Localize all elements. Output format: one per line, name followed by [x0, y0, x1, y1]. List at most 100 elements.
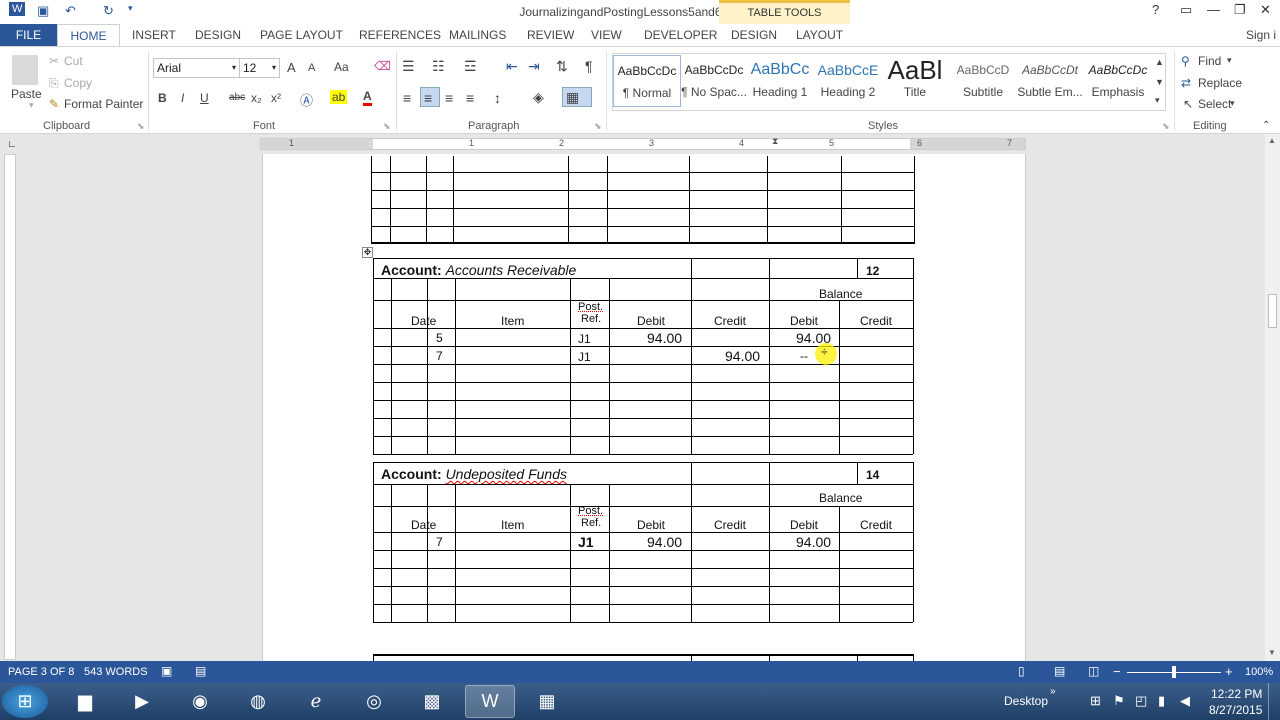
subscript-button[interactable]: x₂ — [251, 91, 262, 105]
show-marks-icon[interactable]: ¶ — [585, 58, 593, 74]
text-effects-icon[interactable]: Ⓐ — [300, 90, 313, 109]
windows-icon[interactable]: ⊞ — [1090, 693, 1101, 709]
paste-icon[interactable] — [12, 55, 38, 85]
minimize-icon[interactable]: — — [1207, 2, 1220, 17]
clock-date[interactable]: 8/27/2015 — [1209, 703, 1262, 717]
align-right-icon[interactable]: ≡ — [445, 90, 453, 106]
table-move-handle-icon[interactable]: ✥ — [362, 247, 373, 258]
tab-view[interactable]: VIEW — [591, 28, 622, 42]
vertical-ruler[interactable] — [4, 154, 16, 660]
tray-icon[interactable]: ◰ — [1135, 693, 1147, 709]
styles-scroll-down-icon[interactable]: ▼ — [1155, 77, 1164, 87]
scroll-up-icon[interactable]: ▲ — [1268, 136, 1276, 145]
superscript-button[interactable]: x² — [271, 91, 281, 105]
page-count[interactable]: PAGE 3 OF 8 — [8, 666, 74, 678]
network-icon[interactable]: ▮ — [1158, 693, 1165, 709]
style-heading-1[interactable]: AaBbCc Heading 1 — [746, 55, 814, 107]
paragraph-launcher-icon[interactable]: ⬊ — [594, 121, 602, 132]
row-ref[interactable]: J1 — [578, 332, 591, 346]
file-explorer-icon[interactable]: ▆ — [60, 685, 110, 718]
document-page[interactable] — [262, 154, 1026, 661]
calculator-icon[interactable]: ▦ — [522, 685, 572, 718]
show-desktop-button[interactable] — [1268, 683, 1280, 720]
scrollbar-thumb[interactable] — [1268, 294, 1277, 328]
tab-mailings[interactable]: MAILINGS — [449, 28, 506, 42]
tab-review[interactable]: REVIEW — [527, 28, 574, 42]
row-credit[interactable]: 94.00 — [725, 348, 760, 364]
internet-explorer-icon[interactable]: ℯ — [291, 685, 341, 718]
media-player-icon[interactable]: ▶ — [117, 685, 167, 718]
replace-button[interactable]: Replace — [1198, 76, 1242, 90]
collapse-ribbon-icon[interactable]: ⌃ — [1262, 120, 1270, 131]
row-ref[interactable]: J1 — [578, 350, 591, 364]
format-painter-button[interactable]: Format Painter — [64, 97, 143, 111]
row-debit[interactable]: 94.00 — [647, 330, 682, 346]
strikethrough-button[interactable]: abc — [229, 92, 245, 103]
italic-button[interactable]: I — [181, 91, 184, 105]
row-day[interactable]: 7 — [436, 535, 443, 549]
volume-icon[interactable]: ◀ — [1180, 693, 1190, 709]
ribbon-display-icon[interactable]: ▭ — [1180, 2, 1192, 18]
styles-scroll-up-icon[interactable]: ▲ — [1155, 57, 1164, 67]
tab-insert[interactable]: INSERT — [132, 28, 176, 42]
tab-page-layout[interactable]: PAGE LAYOUT — [260, 28, 343, 42]
decrease-indent-icon[interactable]: ⇤ — [506, 58, 518, 75]
select-button[interactable]: Select — [1198, 97, 1231, 111]
word-count[interactable]: 543 WORDS — [84, 666, 148, 678]
select-dropdown-icon[interactable]: ▾ — [1230, 98, 1235, 109]
justify-icon[interactable]: ≡ — [466, 90, 474, 106]
bold-button[interactable]: B — [158, 91, 167, 105]
start-button[interactable]: ⊞ — [2, 685, 48, 718]
font-size-select[interactable]: 12 ▾ — [239, 58, 280, 78]
find-dropdown-icon[interactable]: ▾ — [1227, 55, 1232, 66]
copy-button[interactable]: Copy — [64, 76, 92, 90]
row-ref[interactable]: J1 — [578, 534, 594, 550]
style-subtitle[interactable]: AaBbCcD Subtitle — [949, 55, 1017, 107]
read-mode-icon[interactable]: ▯ — [1018, 664, 1025, 678]
screen-recorder-icon[interactable]: ◉ — [175, 685, 225, 718]
restore-icon[interactable]: ❐ — [1234, 2, 1246, 18]
styles-more-icon[interactable]: ▾ — [1155, 95, 1160, 106]
style-title[interactable]: AaBl Title — [881, 55, 949, 107]
app-icon[interactable]: ▩ — [407, 685, 457, 718]
bullets-icon[interactable]: ☰ — [402, 58, 415, 75]
line-spacing-icon[interactable]: ↕ — [494, 90, 501, 106]
clear-format-icon[interactable]: ⌫ — [374, 59, 391, 73]
tab-references[interactable]: REFERENCES — [359, 28, 441, 42]
row-day[interactable]: 7 — [436, 349, 443, 363]
style-emphasis[interactable]: AaBbCcDc Emphasis — [1084, 55, 1152, 107]
highlight-icon[interactable]: ab — [330, 90, 348, 104]
paste-dropdown-icon[interactable]: ▾ — [29, 100, 34, 111]
row-balance-debit[interactable]: 94.00 — [796, 534, 831, 550]
tab-selector-icon[interactable]: ∟ — [7, 139, 17, 150]
style-normal[interactable]: AaBbCcDc ¶ Normal — [613, 55, 681, 107]
style-heading-2[interactable]: AaBbCcE Heading 2 — [814, 55, 882, 107]
shading-icon[interactable]: ◈ — [533, 89, 544, 106]
proofing-icon[interactable]: ▣ — [161, 664, 172, 678]
tab-home[interactable]: HOME — [57, 24, 120, 47]
tab-design[interactable]: DESIGN — [195, 28, 241, 42]
tab-table-layout[interactable]: LAYOUT — [796, 28, 843, 42]
desktop-toolbar[interactable]: Desktop — [1004, 694, 1048, 708]
grow-font-button[interactable]: A — [287, 60, 296, 75]
underline-button[interactable]: U — [200, 91, 209, 105]
increase-indent-icon[interactable]: ⇥ — [528, 58, 540, 75]
tab-file[interactable]: FILE — [0, 24, 57, 46]
zoom-in-button[interactable]: + — [1225, 664, 1233, 679]
print-layout-icon[interactable]: ▤ — [1054, 664, 1065, 678]
multilevel-list-icon[interactable]: ☲ — [464, 58, 477, 75]
shrink-font-button[interactable]: A — [308, 62, 315, 74]
chrome-icon[interactable]: ◎ — [349, 685, 399, 718]
find-button[interactable]: Find — [1198, 54, 1221, 68]
sort-icon[interactable]: ⇅ — [556, 58, 568, 75]
row-balance-debit[interactable]: -- — [800, 349, 808, 363]
paste-button[interactable]: Paste — [11, 87, 42, 101]
vertical-scrollbar[interactable]: ▲ ▼ — [1265, 134, 1280, 661]
help-button[interactable]: ? — [1152, 2, 1159, 17]
close-icon[interactable]: ✕ — [1260, 2, 1271, 18]
word-taskbar-icon[interactable]: W — [465, 685, 515, 718]
change-case-button[interactable]: Aa — [334, 60, 349, 74]
clock-time[interactable]: 12:22 PM — [1211, 687, 1262, 701]
zoom-out-button[interactable]: − — [1113, 664, 1121, 679]
tab-table-design[interactable]: DESIGN — [731, 28, 777, 42]
